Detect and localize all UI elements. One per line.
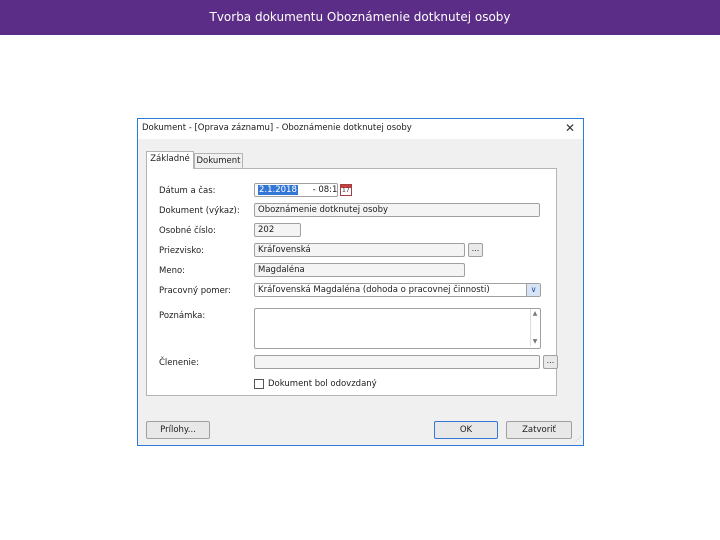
meno-label: Meno: xyxy=(159,266,186,276)
close-icon[interactable]: ✕ xyxy=(565,121,575,135)
datum-label: Dátum a čas: xyxy=(159,186,216,196)
dialog-title: Dokument - [Oprava záznamu] - Oboznámeni… xyxy=(142,123,412,133)
slide-title-banner: Tvorba dokumentu Oboznámenie dotknutej o… xyxy=(0,0,720,35)
poznamka-scrollbar[interactable]: ▲ ▼ xyxy=(530,309,539,346)
prilohy-button[interactable]: Prílohy... xyxy=(146,421,210,439)
clenenie-label: Členenie: xyxy=(159,358,199,368)
tab-zakladne[interactable]: Základné xyxy=(146,151,194,169)
dokument-field[interactable]: Oboznámenie dotknutej osoby xyxy=(254,203,540,217)
meno-field[interactable]: Magdaléna xyxy=(254,263,465,277)
scroll-up-icon[interactable]: ▲ xyxy=(531,309,539,318)
pracovny-pomer-value: Kráľovenská Magdaléna (dohoda o pracovne… xyxy=(258,285,490,295)
dialog-titlebar: Dokument - [Oprava záznamu] - Oboznámeni… xyxy=(138,119,583,139)
tab-zakladne-label: Základné xyxy=(150,154,190,164)
datum-cas-field[interactable]: 2.1.2018 - 08:10 xyxy=(254,183,338,197)
document-dialog: Dokument - [Oprava záznamu] - Oboznámeni… xyxy=(137,118,584,446)
pracovny-pomer-select[interactable]: Kráľovenská Magdaléna (dohoda o pracovne… xyxy=(254,283,541,297)
tab-dokument-label: Dokument xyxy=(196,156,241,166)
poznamka-textarea[interactable] xyxy=(254,308,541,349)
clenenie-field[interactable] xyxy=(254,355,540,369)
calendar-icon[interactable]: 17 xyxy=(340,184,352,196)
ok-button[interactable]: OK xyxy=(434,421,498,439)
odovzdany-label: Dokument bol odovzdaný xyxy=(268,379,377,389)
tab-panel: Dátum a čas: 2.1.2018 - 08:10 17 Dokumen… xyxy=(146,168,558,396)
osobne-cislo-label: Osobné číslo: xyxy=(159,226,216,236)
resize-grip-icon[interactable]: ⋰ xyxy=(575,436,581,443)
odovzdany-checkbox[interactable] xyxy=(254,379,264,389)
priezvisko-field[interactable]: Kráľovenská xyxy=(254,243,465,257)
priezvisko-label: Priezvisko: xyxy=(159,246,205,256)
time-value: - 08:10 xyxy=(312,185,338,195)
pracovny-pomer-label: Pracovný pomer: xyxy=(159,286,232,296)
priezvisko-browse-button[interactable]: ... xyxy=(468,243,483,257)
zatvorit-button[interactable]: Zatvoriť xyxy=(506,421,572,439)
scroll-down-icon[interactable]: ▼ xyxy=(531,337,539,346)
clenenie-browse-button[interactable]: ... xyxy=(543,355,558,369)
dokument-label: Dokument (výkaz): xyxy=(159,206,240,216)
slide-title: Tvorba dokumentu Oboznámenie dotknutej o… xyxy=(209,10,511,24)
date-value: 2.1.2018 xyxy=(258,185,298,195)
osobne-cislo-field[interactable]: 202 xyxy=(254,223,301,237)
dropdown-chevron-icon[interactable]: ∨ xyxy=(526,284,540,296)
poznamka-label: Poznámka: xyxy=(159,311,206,321)
